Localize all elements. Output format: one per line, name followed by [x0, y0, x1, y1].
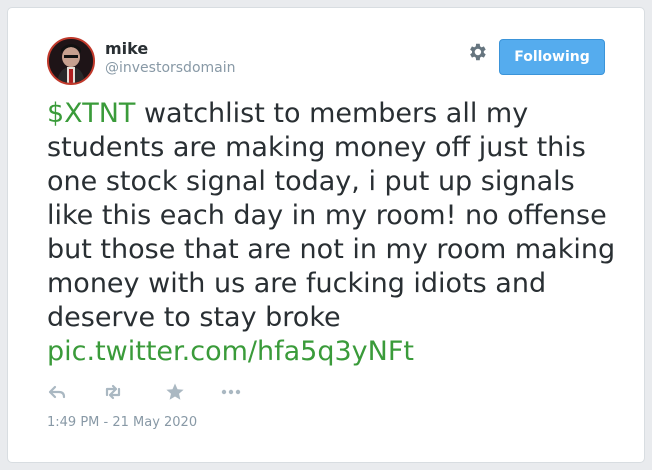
- more-icon[interactable]: [219, 380, 243, 404]
- tweet-text: $XTNT watchlist to members all my studen…: [47, 97, 617, 369]
- tweet-body: watchlist to members all my students are…: [47, 98, 616, 333]
- following-button[interactable]: Following: [499, 39, 605, 75]
- reply-icon[interactable]: [45, 380, 69, 404]
- retweet-icon[interactable]: [101, 380, 125, 404]
- avatar-image: [49, 39, 93, 83]
- user-handle[interactable]: @investorsdomain: [105, 60, 236, 76]
- gear-icon[interactable]: [466, 41, 488, 63]
- media-link[interactable]: pic.twitter.com/hfa5q3yNFt: [47, 336, 414, 367]
- tweet-timestamp[interactable]: 1:49 PM - 21 May 2020: [47, 415, 197, 430]
- star-icon[interactable]: [163, 380, 187, 404]
- avatar[interactable]: [47, 37, 95, 85]
- user-name[interactable]: mike: [105, 39, 148, 58]
- tweet-card: mike @investorsdomain Following $XTNT wa…: [7, 7, 645, 463]
- cashtag-link[interactable]: $XTNT: [47, 98, 135, 129]
